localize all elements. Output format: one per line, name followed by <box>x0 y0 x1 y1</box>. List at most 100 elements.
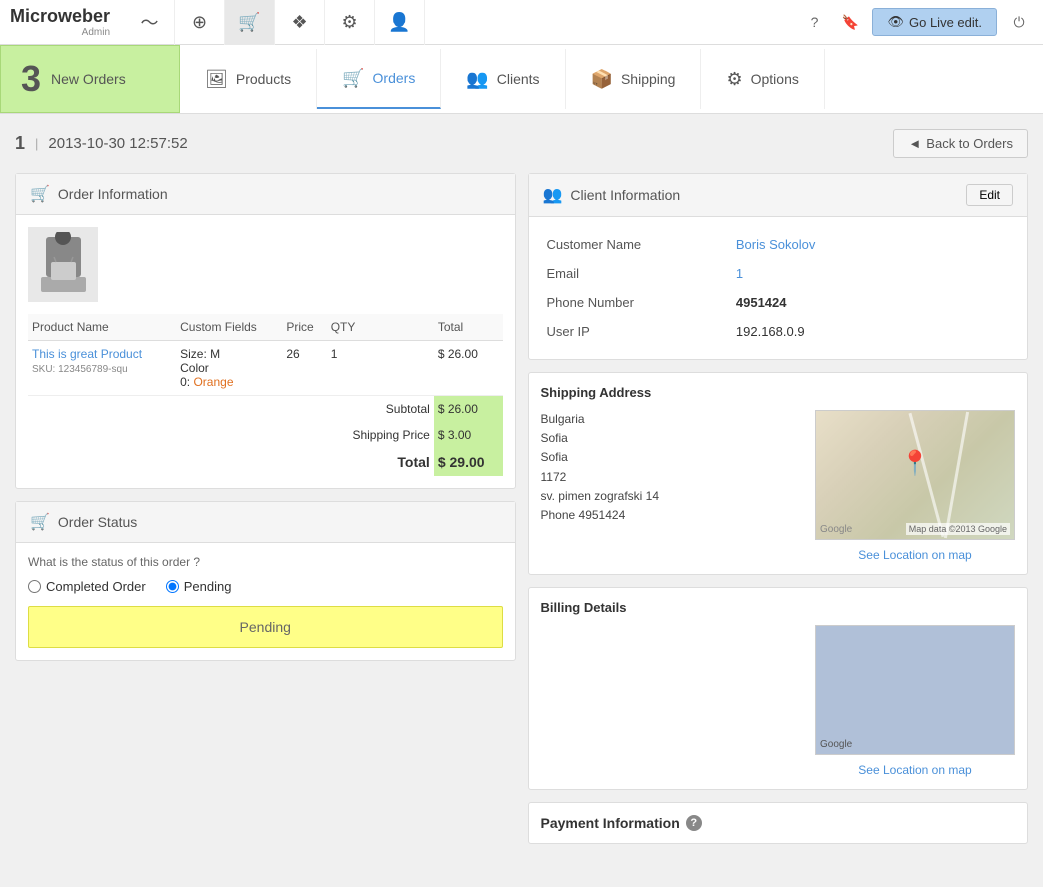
back-to-orders-button[interactable]: ◄ Back to Orders <box>893 129 1028 158</box>
client-info-panel: 👥 Client Information Edit Customer Name … <box>528 173 1029 360</box>
total-value: $ 29.00 <box>434 448 503 476</box>
right-column: 👥 Client Information Edit Customer Name … <box>528 173 1029 856</box>
radio-completed-input[interactable] <box>28 580 41 593</box>
billing-see-location-link[interactable]: See Location on map <box>858 763 971 777</box>
product-thumbnail <box>28 227 98 302</box>
nav-settings[interactable]: ⚙ <box>325 0 375 45</box>
order-info-body: Product Name Custom Fields Price QTY Tot… <box>16 215 515 488</box>
nav-icons: 〜 ⊕ 🛒 ❖ ⚙ 👤 <box>125 0 800 45</box>
shipping-panel: Shipping Address Bulgaria Sofia Sofia 11… <box>528 372 1029 575</box>
new-orders-badge[interactable]: 3 New Orders <box>0 45 180 113</box>
customer-name-link[interactable]: Boris Sokolov <box>736 237 815 252</box>
col-total: Total <box>434 314 503 341</box>
go-live-button[interactable]: 👁 Go Live edit. <box>872 8 997 36</box>
order-info-header: 🛒 Order Information <box>16 174 515 215</box>
user-ip-label: User IP <box>543 318 730 345</box>
table-row: This is great Product SKU: 123456789-squ… <box>28 341 503 396</box>
sub-nav: 3 New Orders 🖼 Products 🛒 Orders 👥 Clien… <box>0 45 1043 114</box>
radio-pending[interactable]: Pending <box>166 579 232 594</box>
left-column: 🛒 Order Information <box>15 173 516 856</box>
product-image <box>36 232 91 297</box>
phone-value: 4951424 <box>732 289 1013 316</box>
edit-client-button[interactable]: Edit <box>966 184 1013 206</box>
col-product-name: Product Name <box>28 314 176 341</box>
nav-globe[interactable]: ⊕ <box>175 0 225 45</box>
two-col-layout: 🛒 Order Information <box>15 173 1028 856</box>
status-question: What is the status of this order ? <box>28 555 503 569</box>
map-data-label: Map data ©2013 Google <box>906 523 1010 535</box>
cart-panel-icon: 🛒 <box>30 184 50 204</box>
radio-pending-input[interactable] <box>166 580 179 593</box>
col-price: Price <box>282 314 326 341</box>
product-link[interactable]: This is great Product <box>32 347 142 361</box>
client-icon: 👥 <box>543 185 563 205</box>
shipping-city2: Sofia <box>541 448 804 467</box>
nav-workflow[interactable]: ❖ <box>275 0 325 45</box>
shipping-address: Bulgaria Sofia Sofia 1172 sv. pimen zogr… <box>541 410 804 562</box>
new-orders-label: New Orders <box>51 71 126 87</box>
status-pending-display: Pending <box>28 606 503 648</box>
subtotal-row: Subtotal $ 26.00 <box>28 396 503 423</box>
billing-section: Google See Location on map <box>541 625 1016 777</box>
tab-options[interactable]: ⚙ Options <box>701 49 824 109</box>
phone-label: Phone Number <box>543 289 730 316</box>
map-pin-icon: 📍 <box>900 449 930 478</box>
see-location-link[interactable]: See Location on map <box>858 548 971 562</box>
subtotal-label: Subtotal <box>327 396 434 423</box>
new-orders-count: 3 <box>21 58 41 100</box>
shipping-icon: 📦 <box>591 69 613 90</box>
tab-shipping[interactable]: 📦 Shipping <box>566 49 702 109</box>
color-label: Color <box>180 361 209 375</box>
shipping-street: sv. pimen zografski 14 <box>541 487 804 506</box>
order-id: 1 <box>15 133 25 154</box>
payment-title: Payment Information <box>541 815 680 831</box>
payment-help-icon[interactable]: ? <box>686 815 702 831</box>
shipping-phone: Phone 4951424 <box>541 506 804 525</box>
payment-body: Payment Information ? <box>529 803 1028 843</box>
email-link[interactable]: 1 <box>736 266 743 281</box>
tab-products[interactable]: 🖼 Products <box>180 49 317 109</box>
shipping-country: Bulgaria <box>541 410 804 429</box>
products-icon: 🖼 <box>205 69 228 90</box>
color-value: Orange <box>193 375 233 389</box>
payment-header: Payment Information ? <box>541 815 1016 831</box>
tab-orders[interactable]: 🛒 Orders <box>317 49 441 109</box>
billing-panel: Billing Details Google See Location on m… <box>528 587 1029 790</box>
nav-analytics[interactable]: 〜 <box>125 0 175 45</box>
shipping-map-container: 📍 Google Map data ©2013 Google See Locat… <box>815 410 1015 562</box>
order-header: 1 | 2013-10-30 12:57:52 ◄ Back to Orders <box>15 129 1028 158</box>
back-arrow-icon: ◄ <box>908 136 921 151</box>
product-name-cell: This is great Product SKU: 123456789-squ <box>28 341 176 396</box>
price-cell: 26 <box>282 341 326 396</box>
nav-cart[interactable]: 🛒 <box>225 0 275 45</box>
shipping-map: 📍 Google Map data ©2013 Google <box>815 410 1015 540</box>
client-name-row: Customer Name Boris Sokolov <box>543 231 1014 258</box>
shipping-price-label: Shipping Price <box>327 422 434 448</box>
shipping-body: Shipping Address Bulgaria Sofia Sofia 11… <box>529 373 1028 574</box>
help-icon[interactable]: ? <box>800 8 828 36</box>
bookmark-icon[interactable]: 🔖 <box>836 8 864 36</box>
power-icon[interactable]: ⏻ <box>1005 8 1033 36</box>
tab-clients[interactable]: 👥 Clients <box>441 49 565 109</box>
orders-icon: 🛒 <box>342 68 364 89</box>
client-info-header: 👥 Client Information Edit <box>529 174 1028 217</box>
nav-user[interactable]: 👤 <box>375 0 425 45</box>
radio-group: Completed Order Pending <box>28 579 503 594</box>
order-status-panel: 🛒 Order Status What is the status of thi… <box>15 501 516 661</box>
subtotal-value: $ 26.00 <box>434 396 503 423</box>
radio-completed[interactable]: Completed Order <box>28 579 146 594</box>
billing-google-logo: Google <box>820 739 852 750</box>
payment-panel: Payment Information ? <box>528 802 1029 844</box>
total-label: Total <box>327 448 434 476</box>
qty-cell: 1 <box>327 341 434 396</box>
shipping-price-value: $ 3.00 <box>434 422 503 448</box>
logo: Microweber Admin <box>10 6 110 38</box>
logo-admin: Admin <box>10 27 110 38</box>
shipping-section: Bulgaria Sofia Sofia 1172 sv. pimen zogr… <box>541 410 1016 562</box>
billing-body: Billing Details Google See Location on m… <box>529 588 1028 789</box>
order-items-table: Product Name Custom Fields Price QTY Tot… <box>28 314 503 476</box>
top-nav: Microweber Admin 〜 ⊕ 🛒 ❖ ⚙ 👤 ? 🔖 👁 Go Li… <box>0 0 1043 45</box>
nav-right: ? 🔖 👁 Go Live edit. ⏻ <box>800 8 1033 36</box>
billing-map-container: Google See Location on map <box>815 625 1015 777</box>
client-info-table: Customer Name Boris Sokolov Email 1 <box>541 229 1016 347</box>
